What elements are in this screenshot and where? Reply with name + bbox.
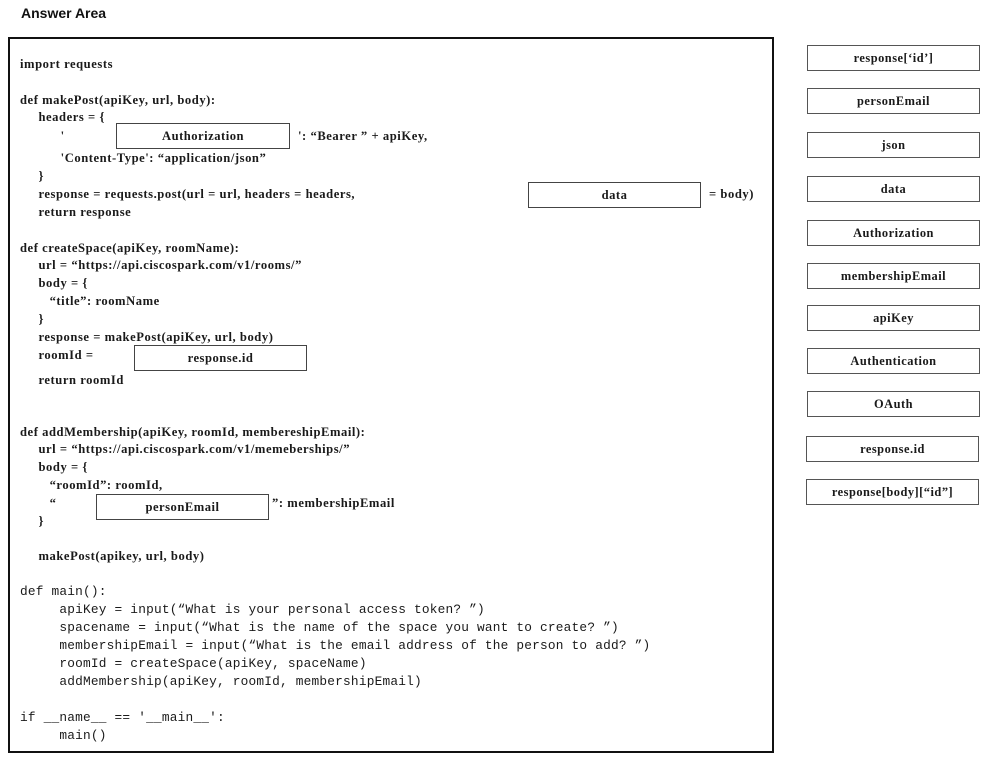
code-line: def makePost(apiKey, url, body): bbox=[20, 93, 216, 107]
code-line: ”: membershipEmail bbox=[272, 496, 395, 510]
code-line: response = requests.post(url = url, head… bbox=[20, 187, 356, 201]
code-line: apiKey = input(“What is your personal ac… bbox=[20, 602, 485, 617]
code-line: ' bbox=[20, 129, 65, 143]
code-line: addMembership(apiKey, roomId, membership… bbox=[20, 674, 422, 689]
code-line: } bbox=[20, 169, 45, 183]
code-line: } bbox=[20, 312, 45, 326]
option-membership-email[interactable]: membershipEmail bbox=[807, 263, 980, 289]
code-line: “roomId”: roomId, bbox=[20, 478, 163, 492]
drop-slot-room-id[interactable]: response.id bbox=[134, 345, 307, 371]
drop-slot-post-param[interactable]: data bbox=[528, 182, 701, 208]
code-line: “title”: roomName bbox=[20, 294, 160, 308]
code-line: roomId = createSpace(apiKey, spaceName) bbox=[20, 656, 367, 671]
code-line: url = “https://api.ciscospark.com/v1/roo… bbox=[20, 258, 302, 272]
code-line: def addMembership(apiKey, roomId, member… bbox=[20, 425, 366, 439]
answer-area-title: Answer Area bbox=[21, 5, 107, 21]
code-line: body = { bbox=[20, 276, 88, 290]
code-line: ': “Bearer ” + apiKey, bbox=[298, 129, 428, 143]
code-line: url = “https://api.ciscospark.com/v1/mem… bbox=[20, 442, 351, 456]
option-api-key[interactable]: apiKey bbox=[807, 305, 980, 331]
code-line: def createSpace(apiKey, roomName): bbox=[20, 241, 240, 255]
code-line: body = { bbox=[20, 460, 88, 474]
code-line: response = makePost(apiKey, url, body) bbox=[20, 330, 274, 344]
option-response-body-id[interactable]: response[body][“id”] bbox=[806, 479, 979, 505]
code-line: if __name__ == '__main__': bbox=[20, 710, 225, 725]
drop-slot-header-key[interactable]: Authorization bbox=[116, 123, 290, 149]
option-person-email[interactable]: personEmail bbox=[807, 88, 980, 114]
code-line: spacename = input(“What is the name of t… bbox=[20, 620, 619, 635]
option-authorization[interactable]: Authorization bbox=[807, 220, 980, 246]
option-response-dot-id[interactable]: response.id bbox=[806, 436, 979, 462]
code-line: return roomId bbox=[20, 373, 124, 387]
option-authentication[interactable]: Authentication bbox=[807, 348, 980, 374]
drop-slot-body-key[interactable]: personEmail bbox=[96, 494, 269, 520]
option-oauth[interactable]: OAuth bbox=[807, 391, 980, 417]
code-line: roomId = bbox=[20, 348, 94, 362]
option-response-id-bracket[interactable]: response[‘id’] bbox=[807, 45, 980, 71]
code-line: = body) bbox=[709, 187, 754, 201]
code-line: def main(): bbox=[20, 584, 107, 599]
code-line: membershipEmail = input(“What is the ema… bbox=[20, 638, 651, 653]
option-data[interactable]: data bbox=[807, 176, 980, 202]
code-line: headers = { bbox=[20, 110, 105, 124]
option-json[interactable]: json bbox=[807, 132, 980, 158]
code-line: } bbox=[20, 514, 45, 528]
code-line: “ bbox=[20, 496, 57, 510]
code-line: main() bbox=[20, 728, 107, 743]
code-line: import requests bbox=[20, 57, 114, 71]
code-line: makePost(apikey, url, body) bbox=[20, 549, 205, 563]
code-line: 'Content-Type': “application/json” bbox=[20, 151, 267, 165]
code-line: return response bbox=[20, 205, 132, 219]
